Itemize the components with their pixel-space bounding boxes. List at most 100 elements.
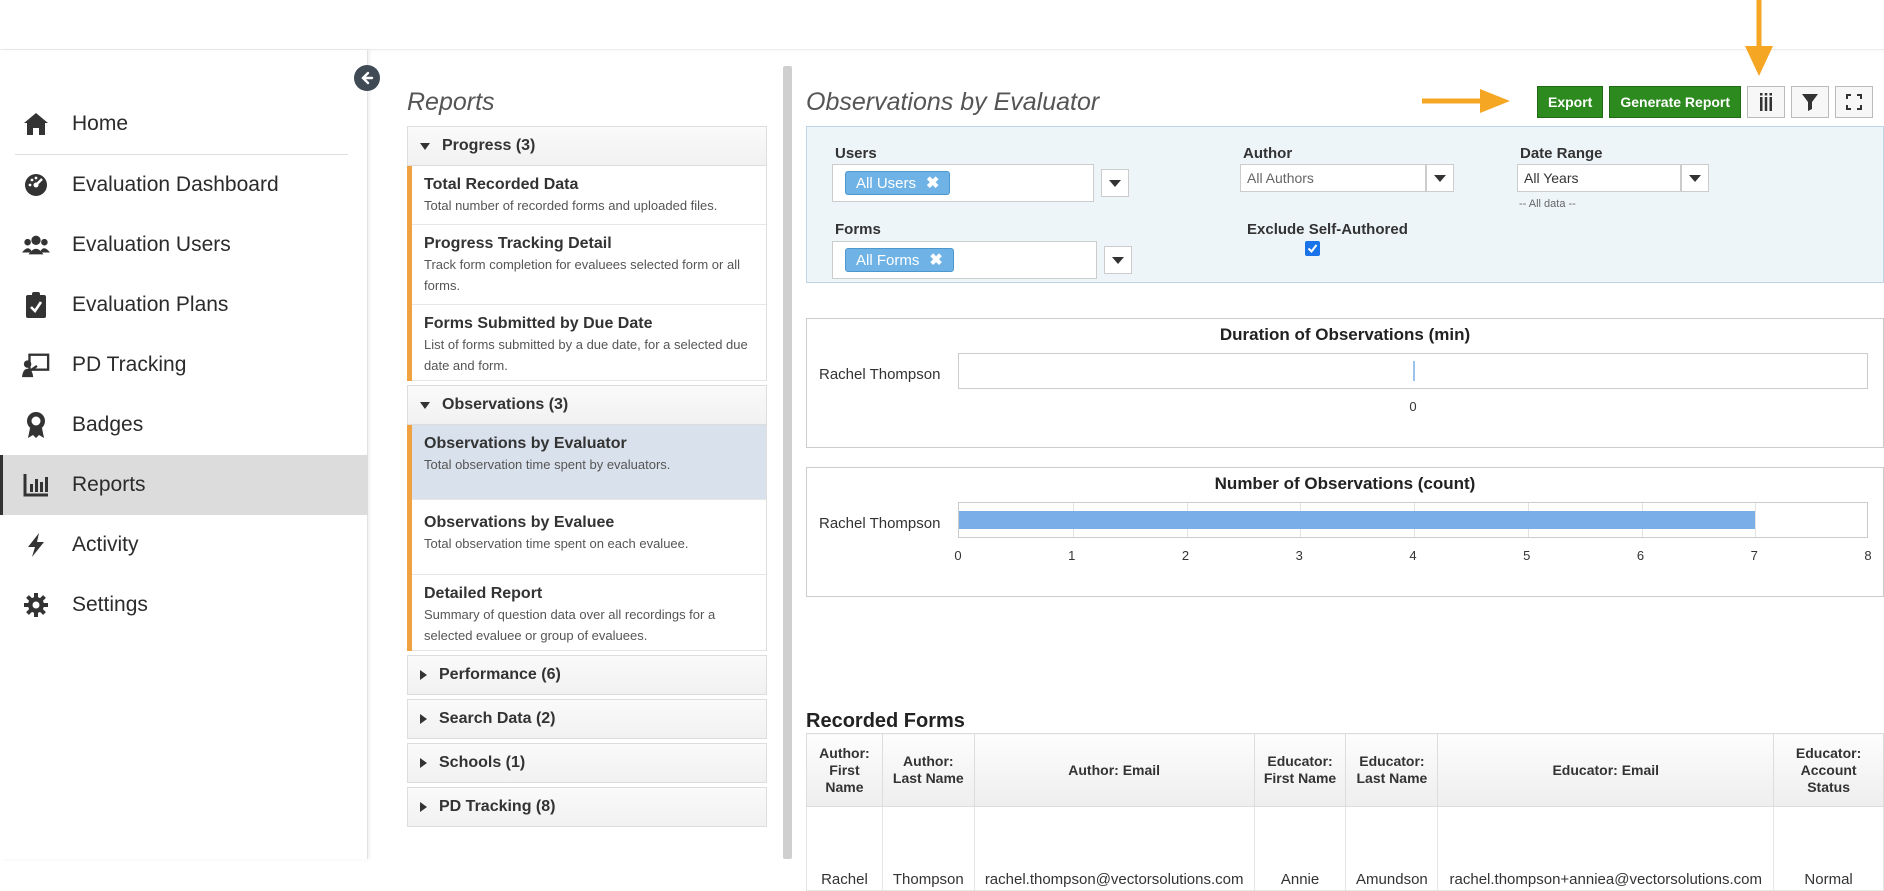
users-select[interactable]: All Users ✖ <box>832 164 1094 202</box>
caret-right-icon <box>420 670 427 680</box>
table-cell: rachel.thompson@vectorsolutions.com <box>973 806 1255 891</box>
x-tick-label: 0 <box>954 548 962 563</box>
group-pd-tracking[interactable]: PD Tracking (8) <box>407 787 767 827</box>
column-header[interactable]: Author: First Name <box>806 733 883 807</box>
report-item-selected[interactable]: Observations by Evaluator Total observat… <box>412 425 766 500</box>
sidebar-item-evaluation-dashboard[interactable]: Evaluation Dashboard <box>0 155 368 215</box>
chart-plot-area <box>958 502 1868 538</box>
report-item[interactable]: Forms Submitted by Due Date List of form… <box>412 305 766 381</box>
remove-tag-icon[interactable]: ✖ <box>929 250 942 270</box>
group-progress[interactable]: Progress (3) <box>407 126 767 166</box>
column-header[interactable]: Educator: Account Status <box>1773 733 1884 807</box>
group-progress-items: Total Recorded Data Total number of reco… <box>407 166 767 381</box>
x-tick-label: 1 <box>1068 548 1076 563</box>
x-tick-label: 8 <box>1864 548 1872 563</box>
sidebar-item-label: Badges <box>72 413 144 436</box>
report-item-title: Observations by Evaluee <box>424 514 615 531</box>
table-cell: rachel.thompson+anniea@vectorsolutions.c… <box>1437 806 1775 891</box>
report-item-desc: Total observation time spent by evaluato… <box>424 457 671 472</box>
date-range-select[interactable]: All Years <box>1517 164 1681 192</box>
caret-right-icon <box>420 758 427 768</box>
chevron-down-icon <box>1112 256 1124 264</box>
export-button[interactable]: Export <box>1537 86 1604 118</box>
clipboard-check-icon <box>22 291 50 319</box>
group-observations-items: Observations by Evaluator Total observat… <box>407 425 767 651</box>
exclude-self-authored-checkbox[interactable] <box>1305 241 1320 256</box>
table-header-row: Author: First Name Author: Last Name Aut… <box>806 733 1884 807</box>
recorded-forms-table: Author: First Name Author: Last Name Aut… <box>806 733 1884 891</box>
sidebar-item-activity[interactable]: Activity <box>0 515 368 575</box>
annotation-arrow-down-icon <box>1745 0 1773 76</box>
date-range-note: -- All data -- <box>1519 198 1576 210</box>
sidebar-item-evaluation-users[interactable]: Evaluation Users <box>0 215 368 275</box>
x-tick-label: 3 <box>1295 548 1303 563</box>
report-item-title: Detailed Report <box>424 585 543 602</box>
caret-right-icon <box>420 714 427 724</box>
report-item[interactable]: Detailed Report Summary of question data… <box>412 575 766 651</box>
sidebar-item-evaluation-plans[interactable]: Evaluation Plans <box>0 275 368 335</box>
expand-icon <box>1846 94 1863 110</box>
group-search-data[interactable]: Search Data (2) <box>407 699 767 739</box>
forms-label: Forms <box>835 221 881 238</box>
group-label: PD Tracking (8) <box>439 798 556 815</box>
sidebar-item-label: Settings <box>72 593 148 616</box>
date-range-dropdown-button[interactable] <box>1681 164 1709 192</box>
table-row[interactable]: Rachel Thompson rachel.thompson@vectorso… <box>806 806 1884 891</box>
sidebar-item-pd-tracking[interactable]: PD Tracking <box>0 335 368 395</box>
group-schools[interactable]: Schools (1) <box>407 743 767 783</box>
column-header[interactable]: Educator: Email <box>1437 733 1775 807</box>
reports-scrollbar[interactable] <box>783 66 792 859</box>
column-header[interactable]: Author: Email <box>973 733 1255 807</box>
gear-icon <box>22 591 50 619</box>
filter-button[interactable] <box>1791 86 1830 118</box>
bolt-icon <box>22 531 50 559</box>
report-item[interactable]: Progress Tracking Detail Track form comp… <box>412 225 766 305</box>
reports-title: Reports <box>407 88 495 116</box>
columns-icon <box>1760 93 1773 111</box>
sidebar-item-reports[interactable]: Reports <box>0 455 368 515</box>
column-header[interactable]: Educator: First Name <box>1253 733 1347 807</box>
report-item[interactable]: Observations by Evaluee Total observatio… <box>412 500 766 575</box>
gridline <box>1755 503 1757 537</box>
sidebar-item-badges[interactable]: Badges <box>0 395 368 455</box>
report-item-desc: Track form completion for evaluees selec… <box>424 257 740 293</box>
forms-select[interactable]: All Forms ✖ <box>832 241 1097 279</box>
sidebar-item-label: Reports <box>72 473 146 496</box>
group-label: Progress (3) <box>442 137 536 154</box>
group-label: Observations (3) <box>442 396 569 413</box>
table-cell: Thompson <box>881 806 975 891</box>
remove-tag-icon[interactable]: ✖ <box>926 173 939 193</box>
group-performance[interactable]: Performance (6) <box>407 655 767 695</box>
report-item[interactable]: Total Recorded Data Total number of reco… <box>412 166 766 225</box>
group-observations[interactable]: Observations (3) <box>407 385 767 425</box>
main-content: Observations by Evaluator Export Generat… <box>806 50 1884 891</box>
column-header[interactable]: Educator: Last Name <box>1345 733 1439 807</box>
users-label: Users <box>835 145 877 162</box>
column-header[interactable]: Author: Last Name <box>881 733 975 807</box>
collapse-sidebar-button[interactable] <box>354 65 380 91</box>
fullscreen-button[interactable] <box>1835 86 1874 118</box>
columns-button[interactable] <box>1747 86 1786 118</box>
chart-title: Duration of Observations (min) <box>1219 325 1471 344</box>
users-tag[interactable]: All Users ✖ <box>845 171 951 195</box>
bar-chart-icon <box>22 471 50 499</box>
group-label: Search Data (2) <box>439 710 556 727</box>
sidebar-item-home[interactable]: Home <box>0 94 368 154</box>
users-dropdown-button[interactable] <box>1101 169 1129 197</box>
report-item-title: Progress Tracking Detail <box>424 235 612 252</box>
generate-report-button[interactable]: Generate Report <box>1609 86 1742 118</box>
forms-tag[interactable]: All Forms ✖ <box>845 248 954 272</box>
x-tick-label: 6 <box>1636 548 1645 563</box>
sidebar-item-settings[interactable]: Settings <box>0 575 368 635</box>
top-bar <box>0 0 1884 50</box>
table-cell: Rachel <box>806 806 883 891</box>
dashboard-icon <box>22 171 50 199</box>
author-dropdown-button[interactable] <box>1426 164 1454 192</box>
author-select[interactable]: All Authors <box>1240 164 1426 192</box>
chart-title: Number of Observations (count) <box>1214 474 1476 493</box>
chart-category-label: Rachel Thompson <box>819 366 941 383</box>
forms-dropdown-button[interactable] <box>1104 246 1132 274</box>
chart-category-label: Rachel Thompson <box>819 515 941 532</box>
sidebar-item-label: PD Tracking <box>72 353 187 376</box>
x-tick-label: 5 <box>1523 548 1531 563</box>
